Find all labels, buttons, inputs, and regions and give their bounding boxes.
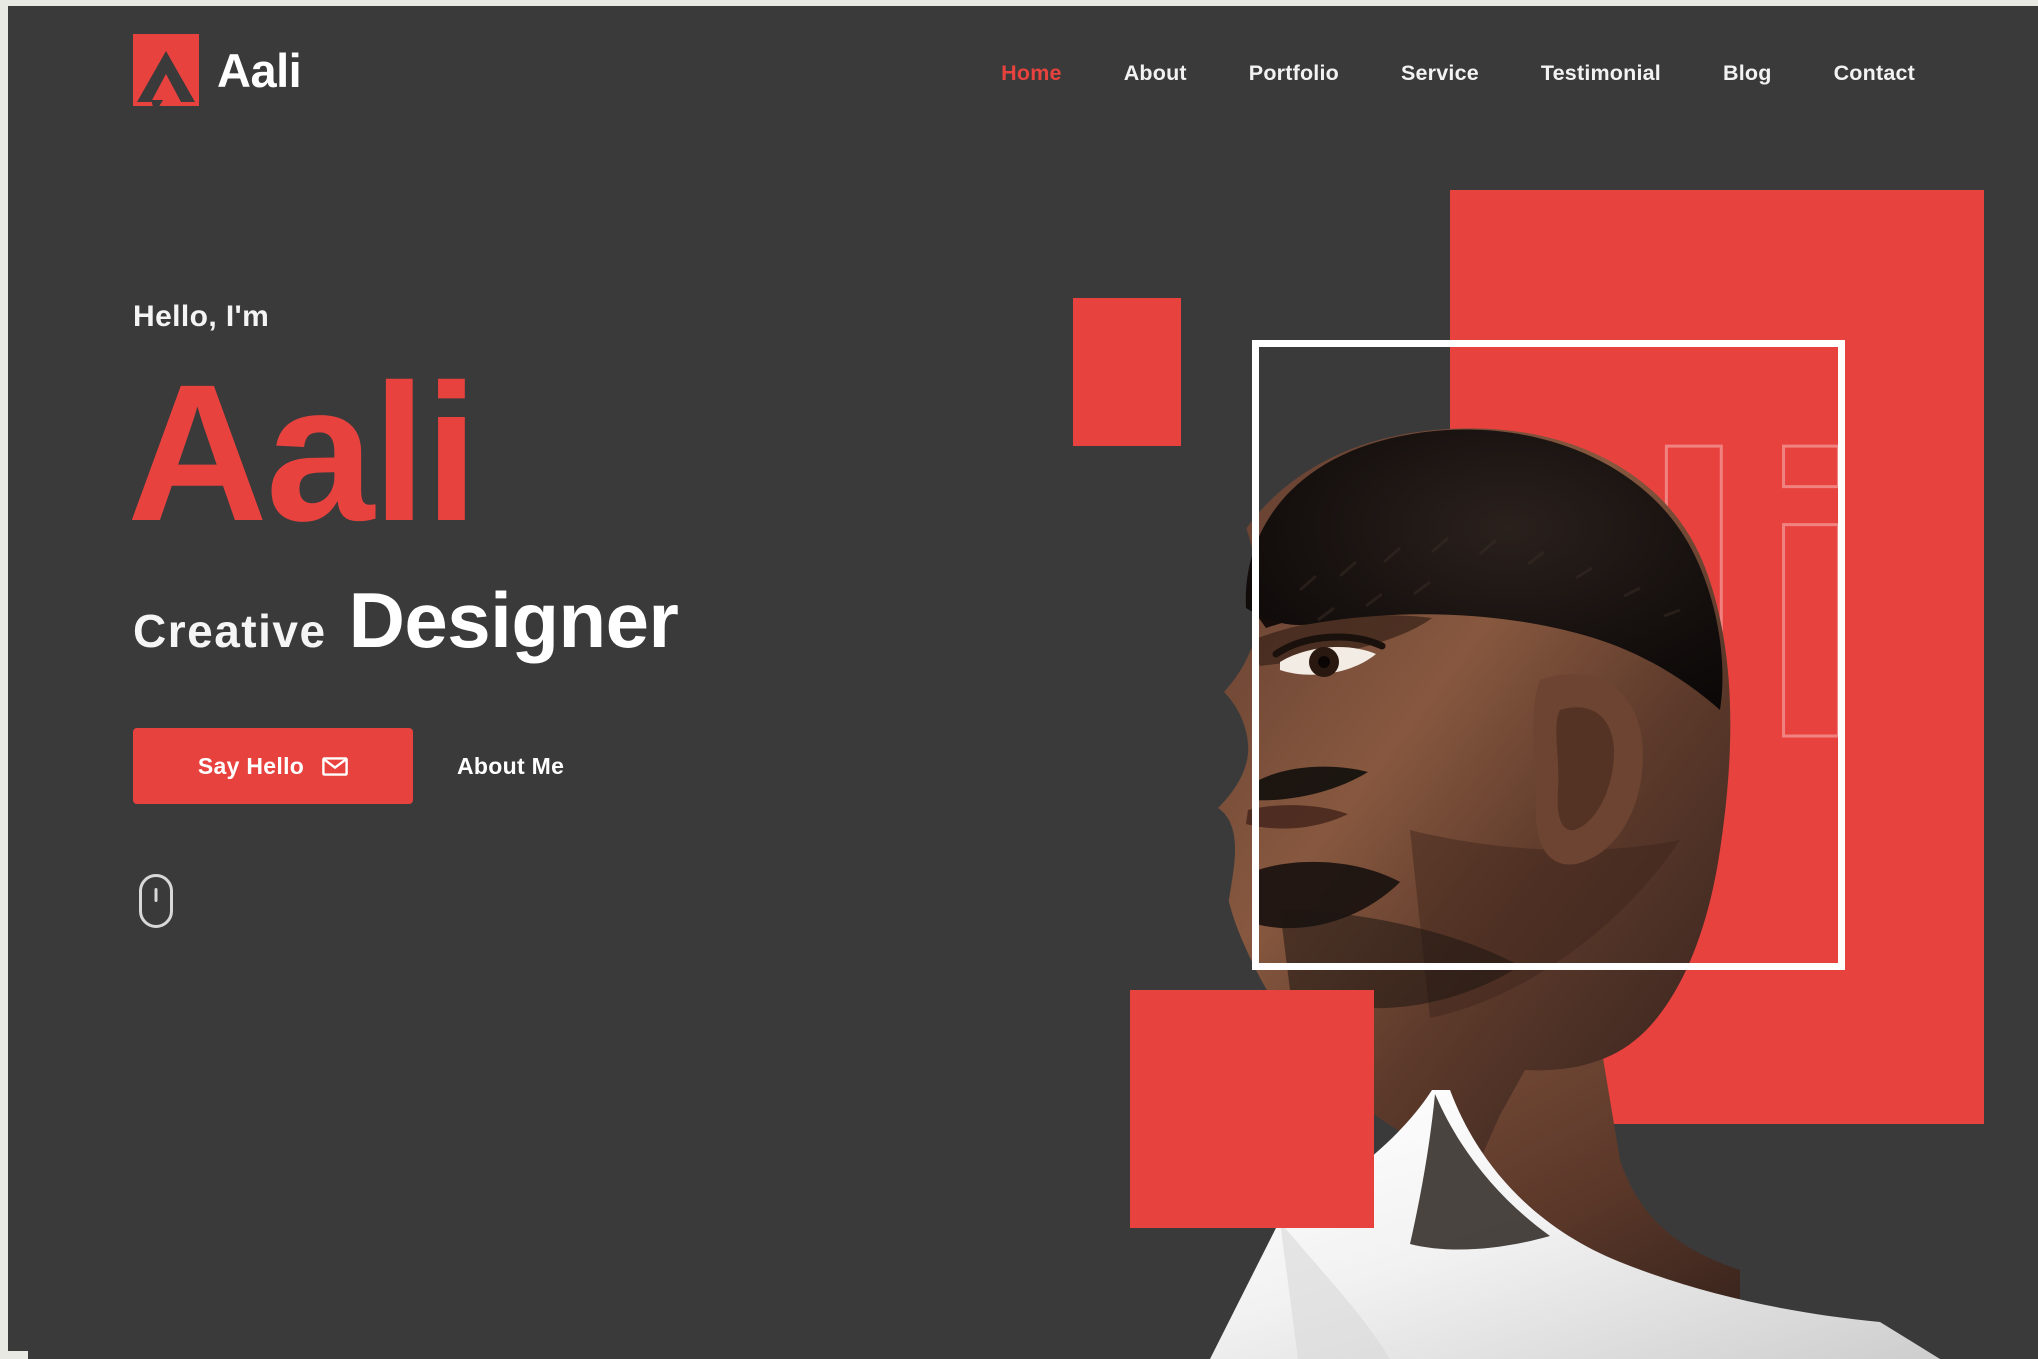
mouse-scroll-icon[interactable] [139, 874, 173, 928]
envelope-icon [322, 756, 348, 776]
site-header: Aali Home About Portfolio Service Testim… [0, 6, 2038, 146]
nav-item-blog[interactable]: Blog [1692, 61, 1803, 86]
chevron-logo-icon [133, 34, 199, 106]
about-me-button[interactable]: About Me [457, 753, 564, 780]
hero-actions: Say Hello About Me [133, 728, 993, 804]
hero-section: Hello, I'm Aali Creative Designer Say He… [127, 300, 993, 928]
nav-item-service[interactable]: Service [1370, 61, 1510, 86]
nav-item-home[interactable]: Home [970, 61, 1093, 86]
accent-square-bottom [1130, 990, 1374, 1228]
hero-role: Creative Designer [133, 575, 993, 666]
hero-role-main: Designer [348, 576, 679, 664]
photo-frame-outline [1252, 340, 1845, 970]
brand-logo[interactable]: Aali [133, 34, 302, 106]
nav-item-about[interactable]: About [1093, 61, 1218, 86]
say-hello-label: Say Hello [197, 752, 305, 779]
hero-visual: ali [1020, 0, 2038, 1359]
nav-item-testimonial[interactable]: Testimonial [1510, 61, 1692, 86]
brand-name: Aali [217, 43, 302, 97]
hero-role-prefix: Creative [133, 605, 327, 657]
main-navigation: Home About Portfolio Service Testimonial… [970, 61, 1946, 86]
hero-greeting: Hello, I'm [133, 300, 270, 333]
page-root: ali [0, 0, 2038, 1359]
nav-item-portfolio[interactable]: Portfolio [1218, 61, 1370, 86]
bottom-left-edge-nub [0, 1351, 28, 1359]
left-edge-strip [0, 0, 8, 1359]
nav-item-contact[interactable]: Contact [1803, 61, 1946, 86]
hero-name: Aali [127, 344, 479, 562]
say-hello-button[interactable]: Say Hello [133, 728, 413, 804]
